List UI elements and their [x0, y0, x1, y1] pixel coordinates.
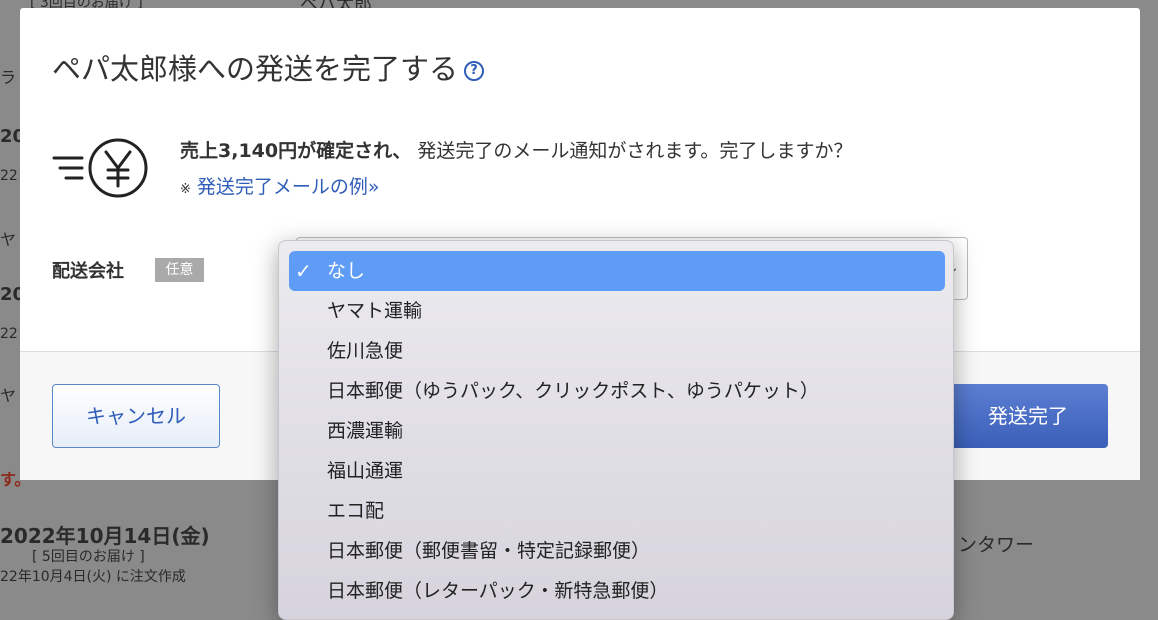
confirm-message: 売上3,140円が確定され、 発送完了のメール通知がされます。完了しますか？ [180, 136, 852, 163]
check-icon: ✓ [295, 259, 312, 283]
carrier-option[interactable]: 日本郵便（レターパック・新特急郵便） [289, 571, 945, 611]
bg-line: 2022年10月14日(金) [0, 524, 210, 548]
sales-confirm-text: 売上3,140円が確定され、 [180, 140, 412, 162]
bg-line: 22年10月4日(火) に注文作成 [0, 569, 186, 585]
note-mark: ※ [180, 182, 191, 197]
optional-badge: 任意 [155, 258, 204, 282]
carrier-option[interactable]: 福山通運 [289, 451, 945, 491]
carrier-option[interactable]: 日本郵便（ゆうパック、クリックポスト、ゆうパケット） [289, 371, 945, 411]
bg-line: ラ [0, 68, 17, 87]
cancel-button[interactable]: キャンセル [52, 384, 220, 448]
carrier-label: 配送会社 [52, 261, 124, 282]
bg-line: [ 5回目のお届け ] [32, 549, 145, 565]
bg-line: ンタワー [958, 534, 1035, 556]
help-icon[interactable]: ? [464, 61, 485, 81]
option-label: なし [327, 260, 366, 282]
example-mail-row: ※ 発送完了メールの例» [180, 172, 380, 199]
carrier-option[interactable]: ヤマト運輸 [289, 291, 945, 331]
carrier-dropdown-list: ✓ なし ヤマト運輸 佐川急便 日本郵便（ゆうパック、クリックポスト、ゆうパケッ… [278, 240, 954, 620]
carrier-option[interactable]: 日本郵便（郵便書留・特定記録郵便） [289, 531, 945, 571]
bg-line: ヤ [0, 230, 17, 249]
carrier-option-none[interactable]: ✓ なし [289, 251, 945, 291]
example-mail-link[interactable]: 発送完了メールの例» [197, 176, 380, 198]
mail-notice-text: 発送完了のメール通知がされます。完了しますか？ [411, 140, 853, 162]
yen-sales-icon [52, 138, 148, 198]
bg-line: 22 [0, 326, 18, 342]
carrier-option[interactable]: 佐川急便 [289, 331, 945, 371]
carrier-option[interactable]: 西濃運輸 [289, 411, 945, 451]
bg-line: ヤ [0, 386, 17, 405]
carrier-option[interactable]: エコ配 [289, 491, 945, 531]
bg-line: 22 [0, 168, 18, 184]
dialog-title: ペパ太郎様への発送を完了する? [52, 46, 485, 88]
dialog-title-text: ペパ太郎様への発送を完了する [52, 52, 459, 86]
complete-shipping-button[interactable]: 発送完了 [948, 384, 1108, 448]
